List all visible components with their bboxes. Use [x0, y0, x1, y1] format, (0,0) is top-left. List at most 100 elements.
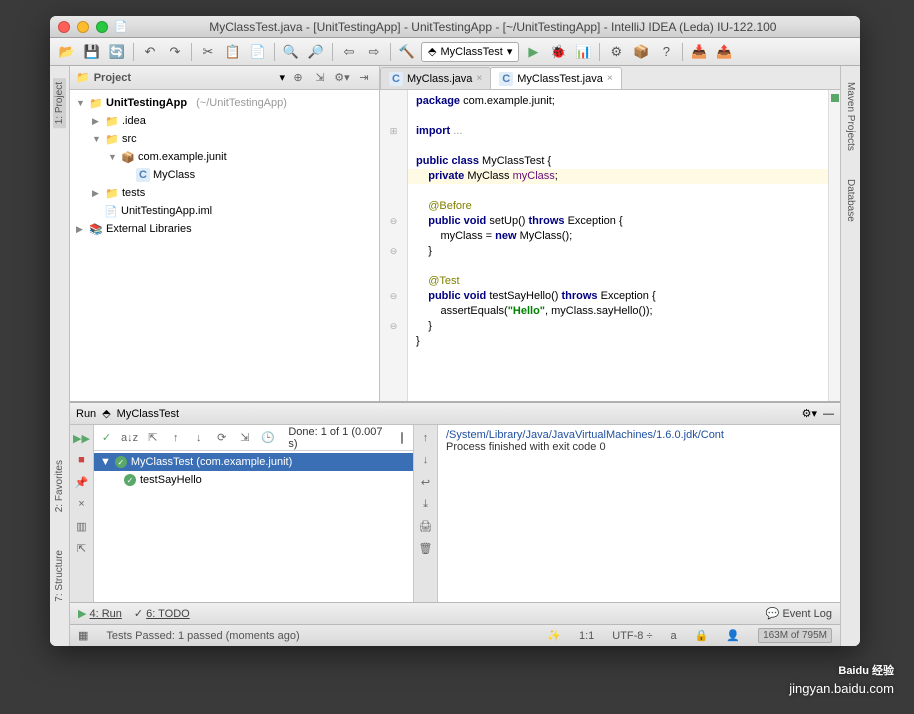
track-icon[interactable]: ⟳: [213, 429, 230, 447]
next-icon[interactable]: ↓: [190, 429, 207, 447]
close-tab-icon[interactable]: ×: [607, 73, 613, 84]
save-icon[interactable]: 💾: [81, 41, 103, 63]
project-icon: 📁: [76, 71, 90, 84]
redo-icon[interactable]: ↷: [164, 41, 186, 63]
coverage-icon[interactable]: 📊: [572, 41, 594, 63]
hide-icon[interactable]: ⇥: [355, 69, 373, 87]
vcs-update-icon[interactable]: 📤: [713, 41, 735, 63]
run-config-name: MyClassTest: [117, 408, 179, 420]
tree-iml[interactable]: 📄UnitTestingApp.iml: [70, 202, 379, 220]
rail-structure[interactable]: 7: Structure: [53, 546, 66, 606]
project-panel: 📁 Project ▾ ⊕ ⇲ ⚙▾ ⇥ ▼📁UnitTestingApp (~…: [70, 66, 380, 401]
windows-icon[interactable]: ▦: [78, 629, 88, 642]
ide-window: 📄 MyClassTest.java - [UnitTestingApp] - …: [50, 16, 860, 646]
zoom-window-button[interactable]: [96, 21, 108, 33]
gear-icon[interactable]: ⚙▾: [802, 407, 817, 420]
tree-src[interactable]: ▼📁src: [70, 130, 379, 148]
junit-icon: ⬘: [428, 45, 436, 58]
analysis-ok-icon: [831, 94, 839, 102]
history-icon[interactable]: 🕒: [259, 429, 276, 447]
todo-tab-button[interactable]: ✓6: TODO: [134, 607, 190, 620]
minimize-icon[interactable]: —: [823, 408, 834, 420]
lock-icon[interactable]: 🔒: [695, 629, 709, 642]
copy-icon[interactable]: 📋: [222, 41, 244, 63]
pin-icon[interactable]: 📌: [73, 473, 91, 491]
help-icon[interactable]: ?: [655, 41, 677, 63]
hide-passed-icon[interactable]: ✓: [98, 429, 115, 447]
caret-position[interactable]: 1:1: [579, 630, 594, 642]
event-log-button[interactable]: 💬Event Log: [766, 607, 832, 620]
editor-tabs: CMyClass.java× CMyClassTest.java×: [380, 66, 840, 90]
tree-libs[interactable]: ▶📚External Libraries: [70, 220, 379, 238]
fold-icon[interactable]: ⊖: [380, 289, 407, 304]
stop-icon[interactable]: ■: [73, 451, 91, 469]
print-icon[interactable]: 🖨: [417, 517, 435, 535]
test-tree-item[interactable]: ✓testSayHello: [94, 471, 413, 489]
run-tool-window: Run ⬘ MyClassTest ⚙▾ — ▶▶ ■ 📌 × ▥ ⇱: [70, 402, 840, 602]
scroll-to-icon[interactable]: ⊕: [289, 69, 307, 87]
settings-icon[interactable]: ⚙: [605, 41, 627, 63]
forward-icon[interactable]: ⇨: [363, 41, 385, 63]
up-icon[interactable]: ↑: [417, 429, 435, 447]
export-icon[interactable]: ⇱: [73, 539, 91, 557]
tree-package[interactable]: ▼📦com.example.junit: [70, 148, 379, 166]
test-tree-root[interactable]: ▼✓MyClassTest (com.example.junit): [94, 453, 413, 471]
memory-indicator[interactable]: 163M of 795M: [758, 628, 832, 643]
close-window-button[interactable]: [58, 21, 70, 33]
tree-idea[interactable]: ▶📁.idea: [70, 112, 379, 130]
view-mode-dropdown[interactable]: ▾: [279, 71, 285, 84]
open-icon[interactable]: 📂: [56, 41, 78, 63]
sync-icon[interactable]: 🔄: [106, 41, 128, 63]
fold-end-icon[interactable]: ⊖: [380, 319, 407, 334]
undo-icon[interactable]: ↶: [139, 41, 161, 63]
layout-icon[interactable]: ▥: [73, 517, 91, 535]
chevron-down-icon: ▾: [507, 45, 513, 58]
export-result-icon[interactable]: ⇲: [236, 429, 253, 447]
sdk-icon[interactable]: 📦: [630, 41, 652, 63]
rail-project[interactable]: 1: Project: [53, 78, 66, 128]
scroll-end-icon[interactable]: ⤓: [417, 495, 435, 513]
soft-wrap-icon[interactable]: ↩: [417, 473, 435, 491]
replace-icon[interactable]: 🔎: [305, 41, 327, 63]
prev-icon[interactable]: ↑: [167, 429, 184, 447]
collapse-icon[interactable]: ⇱: [144, 429, 161, 447]
find-icon[interactable]: 🔍: [280, 41, 302, 63]
test-tree: ▼✓MyClassTest (com.example.junit) ✓testS…: [94, 451, 413, 602]
run-tab-button[interactable]: ▶4: Run: [78, 607, 122, 620]
close-icon[interactable]: ×: [73, 495, 91, 513]
rail-maven[interactable]: Maven Projects: [844, 78, 857, 155]
highlight-level-icon[interactable]: ✨: [547, 629, 561, 642]
close-tab-icon[interactable]: ×: [476, 73, 482, 84]
paste-icon[interactable]: 📄: [247, 41, 269, 63]
minimize-window-button[interactable]: [77, 21, 89, 33]
fold-end-icon[interactable]: ⊖: [380, 244, 407, 259]
encoding[interactable]: UTF-8 ÷: [612, 630, 652, 642]
down-icon[interactable]: ↓: [417, 451, 435, 469]
collapse-icon[interactable]: ⇲: [311, 69, 329, 87]
error-stripe[interactable]: [828, 90, 840, 401]
tree-root[interactable]: ▼📁UnitTestingApp (~/UnitTestingApp): [70, 94, 379, 112]
build-icon[interactable]: 🔨: [396, 41, 418, 63]
insert-mode-icon[interactable]: a: [671, 630, 677, 642]
fold-icon[interactable]: ⊞: [380, 124, 407, 139]
run-icon[interactable]: ▶: [522, 41, 544, 63]
code-editor[interactable]: package com.example.junit; import ... pu…: [408, 90, 828, 401]
back-icon[interactable]: ⇦: [338, 41, 360, 63]
tree-tests[interactable]: ▶📁tests: [70, 184, 379, 202]
clear-icon[interactable]: 🗑: [417, 539, 435, 557]
debug-icon[interactable]: 🐞: [547, 41, 569, 63]
sort-icon[interactable]: a↓z: [121, 429, 138, 447]
rail-favorites[interactable]: 2: Favorites: [53, 456, 66, 516]
gear-icon[interactable]: ⚙▾: [333, 69, 351, 87]
tab-myclasstest[interactable]: CMyClassTest.java×: [490, 67, 621, 89]
rerun-icon[interactable]: ▶▶: [73, 429, 91, 447]
console-output[interactable]: /System/Library/Java/JavaVirtualMachines…: [438, 425, 840, 602]
run-config-selector[interactable]: ⬘ MyClassTest ▾: [421, 42, 519, 62]
vcs-icon[interactable]: 📥: [688, 41, 710, 63]
tab-myclass[interactable]: CMyClass.java×: [380, 67, 491, 89]
cut-icon[interactable]: ✂: [197, 41, 219, 63]
tree-class[interactable]: CMyClass: [70, 166, 379, 184]
rail-database[interactable]: Database: [844, 175, 857, 226]
fold-icon[interactable]: ⊖: [380, 214, 407, 229]
inspector-icon[interactable]: 👤: [726, 629, 740, 642]
